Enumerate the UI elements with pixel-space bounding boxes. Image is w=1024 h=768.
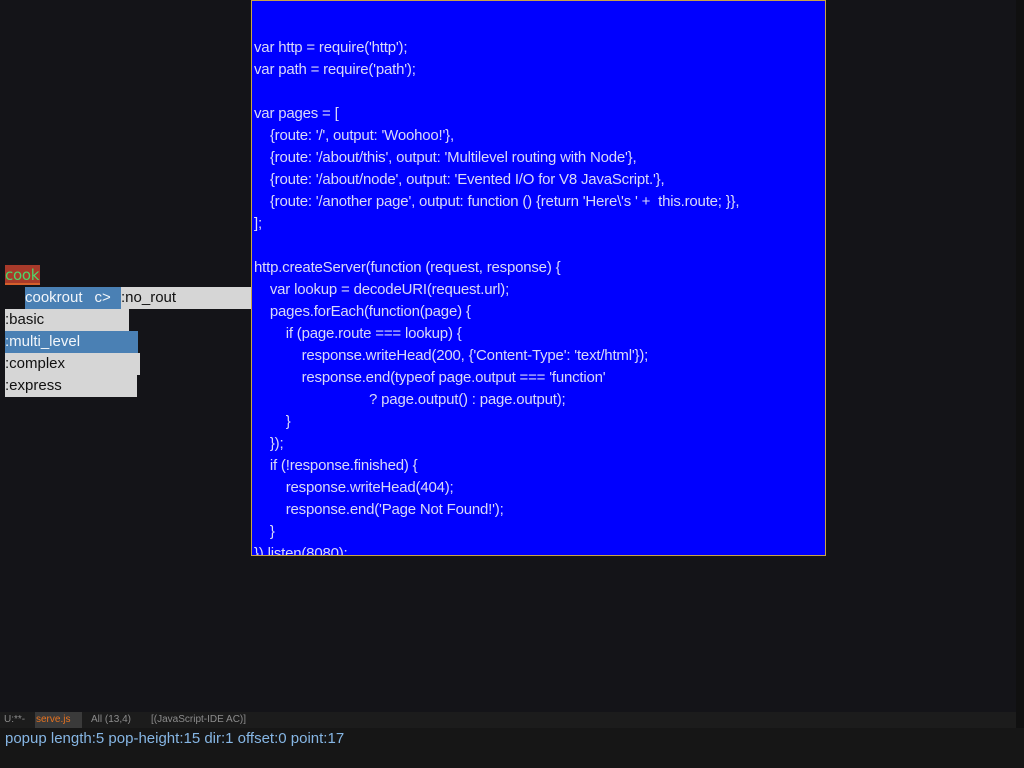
candidate-label: cookrout (25, 289, 83, 306)
cursor-position: All (13,4) (91, 714, 132, 725)
doc-line: if (!response.finished) { (254, 457, 418, 474)
typed-completion-prefix[interactable]: cook (5, 265, 40, 285)
mode-line: U:**- serve.js All (13,4) [(JavaScript-I… (0, 712, 1016, 728)
major-mode[interactable]: [(JavaScript-IDE AC)] (151, 712, 246, 728)
doc-line: response.end(typeof page.output === 'fun… (254, 369, 606, 386)
doc-line: response.writeHead(200, {'Content-Type':… (254, 347, 649, 364)
completion-doc-pane: var http = require('http'); var path = re… (251, 0, 826, 556)
doc-line: }).listen(8080); (254, 545, 348, 556)
completion-item-complex[interactable]: :complex (5, 353, 140, 375)
doc-line: {route: '/about/node', output: 'Evented … (254, 171, 665, 188)
window-fringe (1016, 0, 1024, 768)
buffer-name[interactable]: serve.js (35, 712, 82, 728)
echo-area-message: popup length:5 pop-height:15 dir:1 offse… (5, 730, 345, 747)
doc-line: http.createServer(function (request, res… (254, 259, 561, 276)
doc-line: }); (254, 435, 284, 452)
doc-line: {route: '/', output: 'Woohoo!'}, (254, 127, 454, 144)
buffer-modified-status: U:**- (4, 714, 26, 725)
doc-line: response.writeHead(404); (254, 479, 454, 496)
completion-candidate-tail[interactable]: :no_rout (121, 287, 252, 309)
doc-line: ? page.output() : page.output); (254, 391, 566, 408)
completion-item-express[interactable]: :express (5, 375, 137, 397)
completion-item-basic[interactable]: :basic (5, 309, 129, 331)
doc-line: var http = require('http'); (254, 39, 408, 56)
doc-line: ]; (254, 215, 262, 232)
doc-line: } (254, 413, 291, 430)
doc-line: pages.forEach(function(page) { (254, 303, 471, 320)
doc-line: var lookup = decodeURI(request.url); (254, 281, 510, 298)
doc-line: {route: '/about/this', output: 'Multilev… (254, 149, 637, 166)
doc-line: if (page.route === lookup) { (254, 325, 462, 342)
candidate-annotation: c> (94, 289, 111, 306)
doc-line: var path = require('path'); (254, 61, 416, 78)
doc-line: } (254, 523, 275, 540)
doc-line: response.end('Page Not Found!'); (254, 501, 504, 518)
doc-line: var pages = [ (254, 105, 339, 122)
completion-item-multi-level[interactable]: :multi_level (5, 331, 138, 353)
doc-line: {route: '/another page', output: functio… (254, 193, 740, 210)
completion-candidate-cookrout[interactable]: cookrout c> (25, 287, 121, 309)
